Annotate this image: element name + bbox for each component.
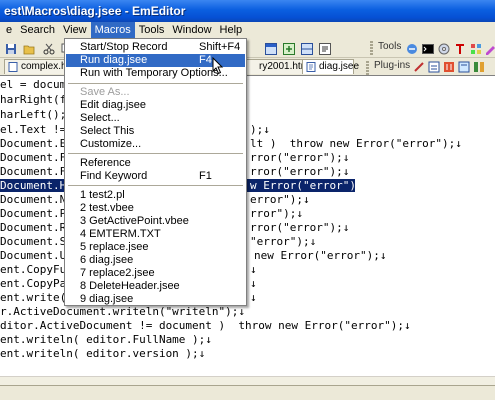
code-line: ent.writeln( editor.FullName );↓ [0, 333, 212, 346]
code-line: ditor.ActiveDocument != document ) throw… [0, 319, 411, 332]
toolbar-grip[interactable] [370, 41, 373, 55]
document-icon [306, 62, 316, 72]
recent-macro-item[interactable]: 4 EMTERM.TXT [66, 228, 245, 241]
split-window-icon[interactable] [298, 40, 314, 56]
menu-help[interactable]: Help [216, 22, 247, 38]
menu-search[interactable]: Search [16, 22, 59, 38]
code-line: r.ActiveDocument.writeln("writeln");↓ [0, 305, 246, 318]
menu-file[interactable]: e [2, 22, 16, 38]
recent-macro-item[interactable]: 9 diag.jsee [66, 293, 245, 306]
status-bar [0, 385, 495, 400]
recent-macro-item[interactable]: 7 replace2.jsee [66, 267, 245, 280]
plugin-icon[interactable] [410, 58, 426, 74]
pen-tool-icon[interactable] [481, 40, 495, 56]
menu-view[interactable]: View [59, 22, 91, 38]
menu-item-select-this[interactable]: Select This [66, 125, 245, 138]
mouse-cursor-icon [212, 57, 224, 75]
command-prompt-icon[interactable] [419, 40, 435, 56]
menu-window[interactable]: Window [168, 22, 215, 38]
window-tile-icon[interactable] [262, 40, 278, 56]
window-cascade-icon[interactable] [280, 40, 296, 56]
toolbar-grip[interactable] [366, 61, 369, 75]
tab-complex[interactable]: complex.htr [4, 59, 73, 74]
save-icon[interactable] [2, 40, 18, 56]
menu-item-reference[interactable]: Reference [66, 157, 245, 170]
tools-toolbar-label: Tools [378, 41, 402, 52]
t-tool-icon[interactable] [451, 40, 467, 56]
cd-icon[interactable] [435, 40, 451, 56]
recent-macro-item[interactable]: 6 diag.jsee [66, 254, 245, 267]
plugin-icon[interactable] [425, 58, 441, 74]
recent-macro-item[interactable]: 1 test2.pl [66, 189, 245, 202]
recent-macro-item[interactable]: 2 test.vbee [66, 202, 245, 215]
tab-diag[interactable]: diag.jsee [302, 59, 359, 74]
tab-label: diag.jsee [319, 61, 360, 72]
recent-macro-item[interactable]: 8 DeleteHeader.jsee [66, 280, 245, 293]
plugins-toolbar-label: Plug-ins [374, 60, 411, 71]
plugin-icon[interactable] [440, 58, 456, 74]
recent-macro-item[interactable]: 3 GetActivePoint.vbee [66, 215, 245, 228]
open-folder-icon[interactable] [20, 40, 36, 56]
window-title: est\Macros\diag.jsee - EmEditor [0, 0, 495, 22]
menu-bar: e Search View Macros Tools Window Help [0, 22, 495, 38]
cut-icon[interactable] [40, 40, 56, 56]
menu-tools[interactable]: Tools [135, 22, 169, 38]
menu-separator [68, 83, 243, 84]
tab-ry2001[interactable]: ry2001.htm [242, 59, 309, 74]
menu-item-customize[interactable]: Customize... [66, 138, 245, 151]
menu-item-find-keyword[interactable]: Find Keyword F1 [66, 170, 245, 183]
plugin-icon[interactable] [455, 58, 471, 74]
recent-macro-item[interactable]: 5 replace.jsee [66, 241, 245, 254]
arrange-icon[interactable] [316, 40, 332, 56]
macros-menu: Start/Stop Record Shift+F4 Run diag.jsee F… [64, 38, 247, 306]
menu-separator [68, 153, 243, 154]
menu-item-select[interactable]: Select... [66, 112, 245, 125]
menu-separator [68, 185, 243, 186]
horizontal-scrollbar[interactable] [0, 376, 495, 385]
plugin-icon[interactable] [470, 58, 486, 74]
menu-item-start-stop-record[interactable]: Start/Stop Record Shift+F4 [66, 41, 245, 54]
code-line: ent.writeln( editor.version );↓ [0, 347, 206, 360]
menu-item-save-as: Save As... [80, 86, 130, 98]
menu-item-edit-macro[interactable]: Edit diag.jsee [66, 99, 245, 112]
tool-icon[interactable] [403, 40, 419, 56]
menu-macros[interactable]: Macros [90, 22, 135, 38]
document-icon [8, 62, 18, 72]
